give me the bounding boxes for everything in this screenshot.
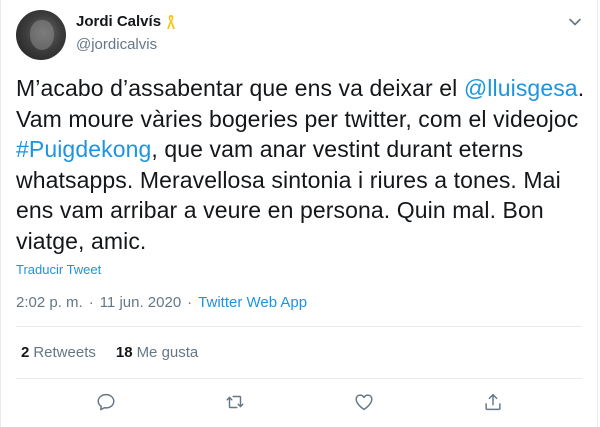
tweet-card: Jordi Calvís @jordicalvis M’acabo d’assa… xyxy=(0,0,598,427)
meta-separator: · xyxy=(88,294,94,311)
yellow-ribbon-icon xyxy=(166,14,176,30)
likes-count: 18 xyxy=(115,344,133,361)
author-handle[interactable]: @jordicalvis xyxy=(76,36,157,53)
author-display-name[interactable]: Jordi Calvís xyxy=(76,13,161,30)
tweet-source-link[interactable]: Twitter Web App xyxy=(198,294,307,311)
tweet-text: M’acabo d’assabentar que ens va deixar e… xyxy=(16,73,591,256)
hashtag-link[interactable]: #Puigdekong xyxy=(16,136,151,162)
divider xyxy=(16,326,582,327)
tweet-actions xyxy=(1,391,597,413)
tweet-meta: 2:02 p. m. · 11 jun. 2020 · Twitter Web App xyxy=(16,294,307,311)
tweet-time[interactable]: 2:02 p. m. xyxy=(16,294,83,311)
tweet-date[interactable]: 11 jun. 2020 xyxy=(100,294,181,311)
retweets-stat[interactable]: 2 Retweets xyxy=(21,344,96,361)
translate-tweet-link[interactable]: Traducir Tweet xyxy=(16,262,101,277)
retweets-count: 2 xyxy=(21,344,30,361)
share-icon[interactable] xyxy=(482,391,504,413)
likes-label: Me gusta xyxy=(136,344,199,361)
heart-icon[interactable] xyxy=(353,391,375,413)
reply-icon[interactable] xyxy=(95,391,117,413)
tweet-stats: 2 Retweets 18 Me gusta xyxy=(21,344,218,361)
mention-link[interactable]: @lluisgesa xyxy=(464,75,578,101)
retweets-label: Retweets xyxy=(33,344,96,361)
retweet-icon[interactable] xyxy=(224,391,246,413)
divider xyxy=(16,378,582,379)
author-name-row: Jordi Calvís xyxy=(76,13,176,30)
chevron-down-icon[interactable] xyxy=(567,14,583,30)
likes-stat[interactable]: 18 Me gusta xyxy=(116,344,198,361)
meta-separator: · xyxy=(187,294,193,311)
tweet-text-part: M’acabo d’assabentar que ens va deixar e… xyxy=(16,75,464,101)
avatar[interactable] xyxy=(16,10,66,60)
